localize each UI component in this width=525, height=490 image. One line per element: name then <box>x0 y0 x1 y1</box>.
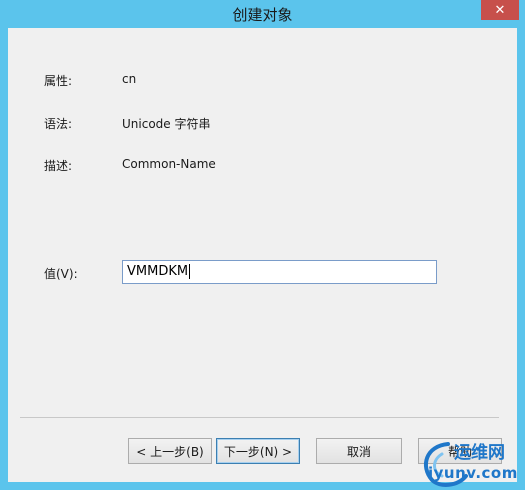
value-label: 值(V): <box>44 267 78 281</box>
watermark-logo: 运维网 iyunv.com <box>418 436 522 488</box>
syntax-label: 语法: <box>44 117 73 131</box>
attribute-label: 属性: <box>44 74 73 88</box>
attribute-value: cn <box>122 72 137 86</box>
close-icon: ✕ <box>494 2 506 18</box>
divider <box>20 417 499 418</box>
back-button[interactable]: < 上一步(B) <box>128 438 212 464</box>
watermark-text-top: 运维网 <box>454 443 505 463</box>
syntax-value: Unicode 字符串 <box>122 117 211 131</box>
dialog-window: 创建对象 ✕ 属性: cn 语法: Unicode 字符串 描述: Common… <box>0 0 525 490</box>
dialog-content: 属性: cn 语法: Unicode 字符串 描述: Common-Name 值… <box>8 28 517 482</box>
watermark-text-bottom: iyunv.com <box>428 464 518 482</box>
window-title: 创建对象 <box>232 6 293 24</box>
value-input[interactable]: VMMDKM <box>122 260 437 284</box>
title-bar[interactable]: 创建对象 ✕ <box>0 0 525 28</box>
cancel-button[interactable]: 取消 <box>316 438 402 464</box>
next-button[interactable]: 下一步(N) > <box>216 438 300 464</box>
value-input-text: VMMDKM <box>127 264 189 279</box>
close-button[interactable]: ✕ <box>481 0 519 20</box>
text-caret <box>189 264 191 279</box>
description-label: 描述: <box>44 159 73 173</box>
description-value: Common-Name <box>122 157 216 171</box>
